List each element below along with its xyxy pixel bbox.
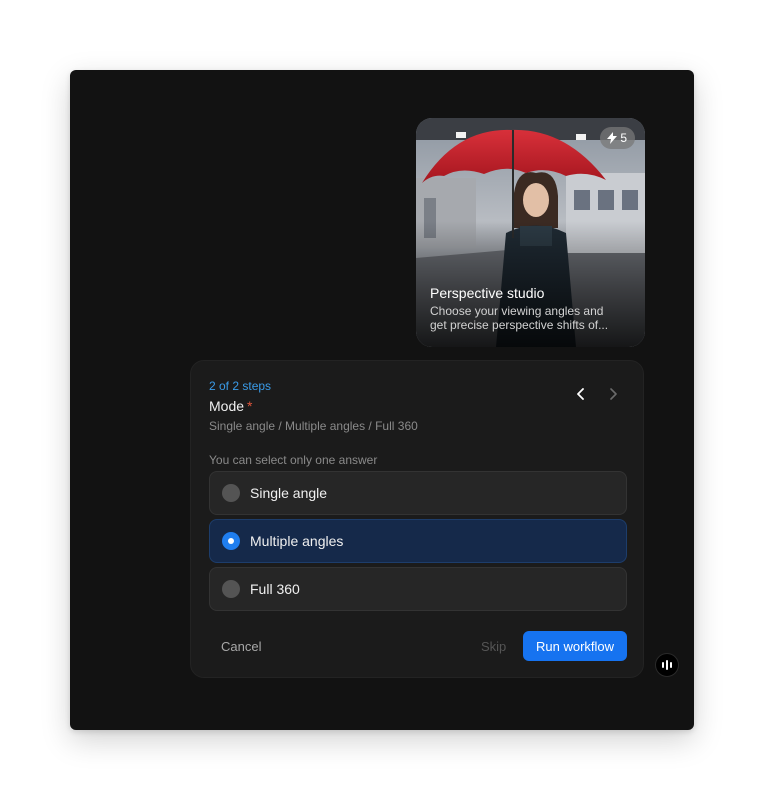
option-label: Multiple angles [250, 533, 344, 549]
credits-badge: 5 [600, 127, 635, 149]
run-workflow-button[interactable]: Run workflow [523, 631, 627, 661]
option-label: Full 360 [250, 581, 300, 597]
option-multiple-angles[interactable]: Multiple angles [209, 519, 627, 563]
card-description: Choose your viewing angles and get preci… [430, 304, 635, 332]
credits-count: 5 [620, 131, 627, 145]
next-step-button[interactable] [603, 384, 623, 404]
radio-button[interactable] [222, 484, 240, 502]
question-subtitle: Single angle / Multiple angles / Full 36… [209, 419, 418, 433]
skip-button[interactable]: Skip [481, 639, 506, 654]
app-window: 5 Perspective studio Choose your viewing… [70, 70, 694, 730]
required-mark: * [247, 398, 253, 414]
cancel-button[interactable]: Cancel [221, 639, 261, 654]
card-description-line2: get precise perspective shifts of... [430, 318, 609, 332]
workflow-card[interactable]: 5 Perspective studio Choose your viewing… [416, 118, 645, 347]
option-full-360[interactable]: Full 360 [209, 567, 627, 611]
option-single-angle[interactable]: Single angle [209, 471, 627, 515]
card-description-line1: Choose your viewing angles and [430, 304, 604, 318]
step-counter: 2 of 2 steps [209, 379, 272, 393]
radio-button[interactable] [222, 580, 240, 598]
assistant-button[interactable] [655, 653, 679, 677]
audio-bars-icon [662, 660, 672, 670]
step-panel: 2 of 2 steps Mode * Single angle / Multip… [190, 360, 644, 678]
previous-step-button[interactable] [571, 384, 591, 404]
chevron-left-icon [577, 388, 584, 400]
question-title: Mode * [209, 398, 252, 414]
radio-dot [228, 538, 234, 544]
card-title: Perspective studio [430, 285, 545, 301]
chevron-right-icon [610, 388, 617, 400]
selection-hint: You can select only one answer [209, 453, 378, 467]
bolt-icon [607, 132, 618, 144]
radio-button-selected[interactable] [222, 532, 240, 550]
question-label: Mode [209, 398, 245, 414]
option-label: Single angle [250, 485, 328, 501]
